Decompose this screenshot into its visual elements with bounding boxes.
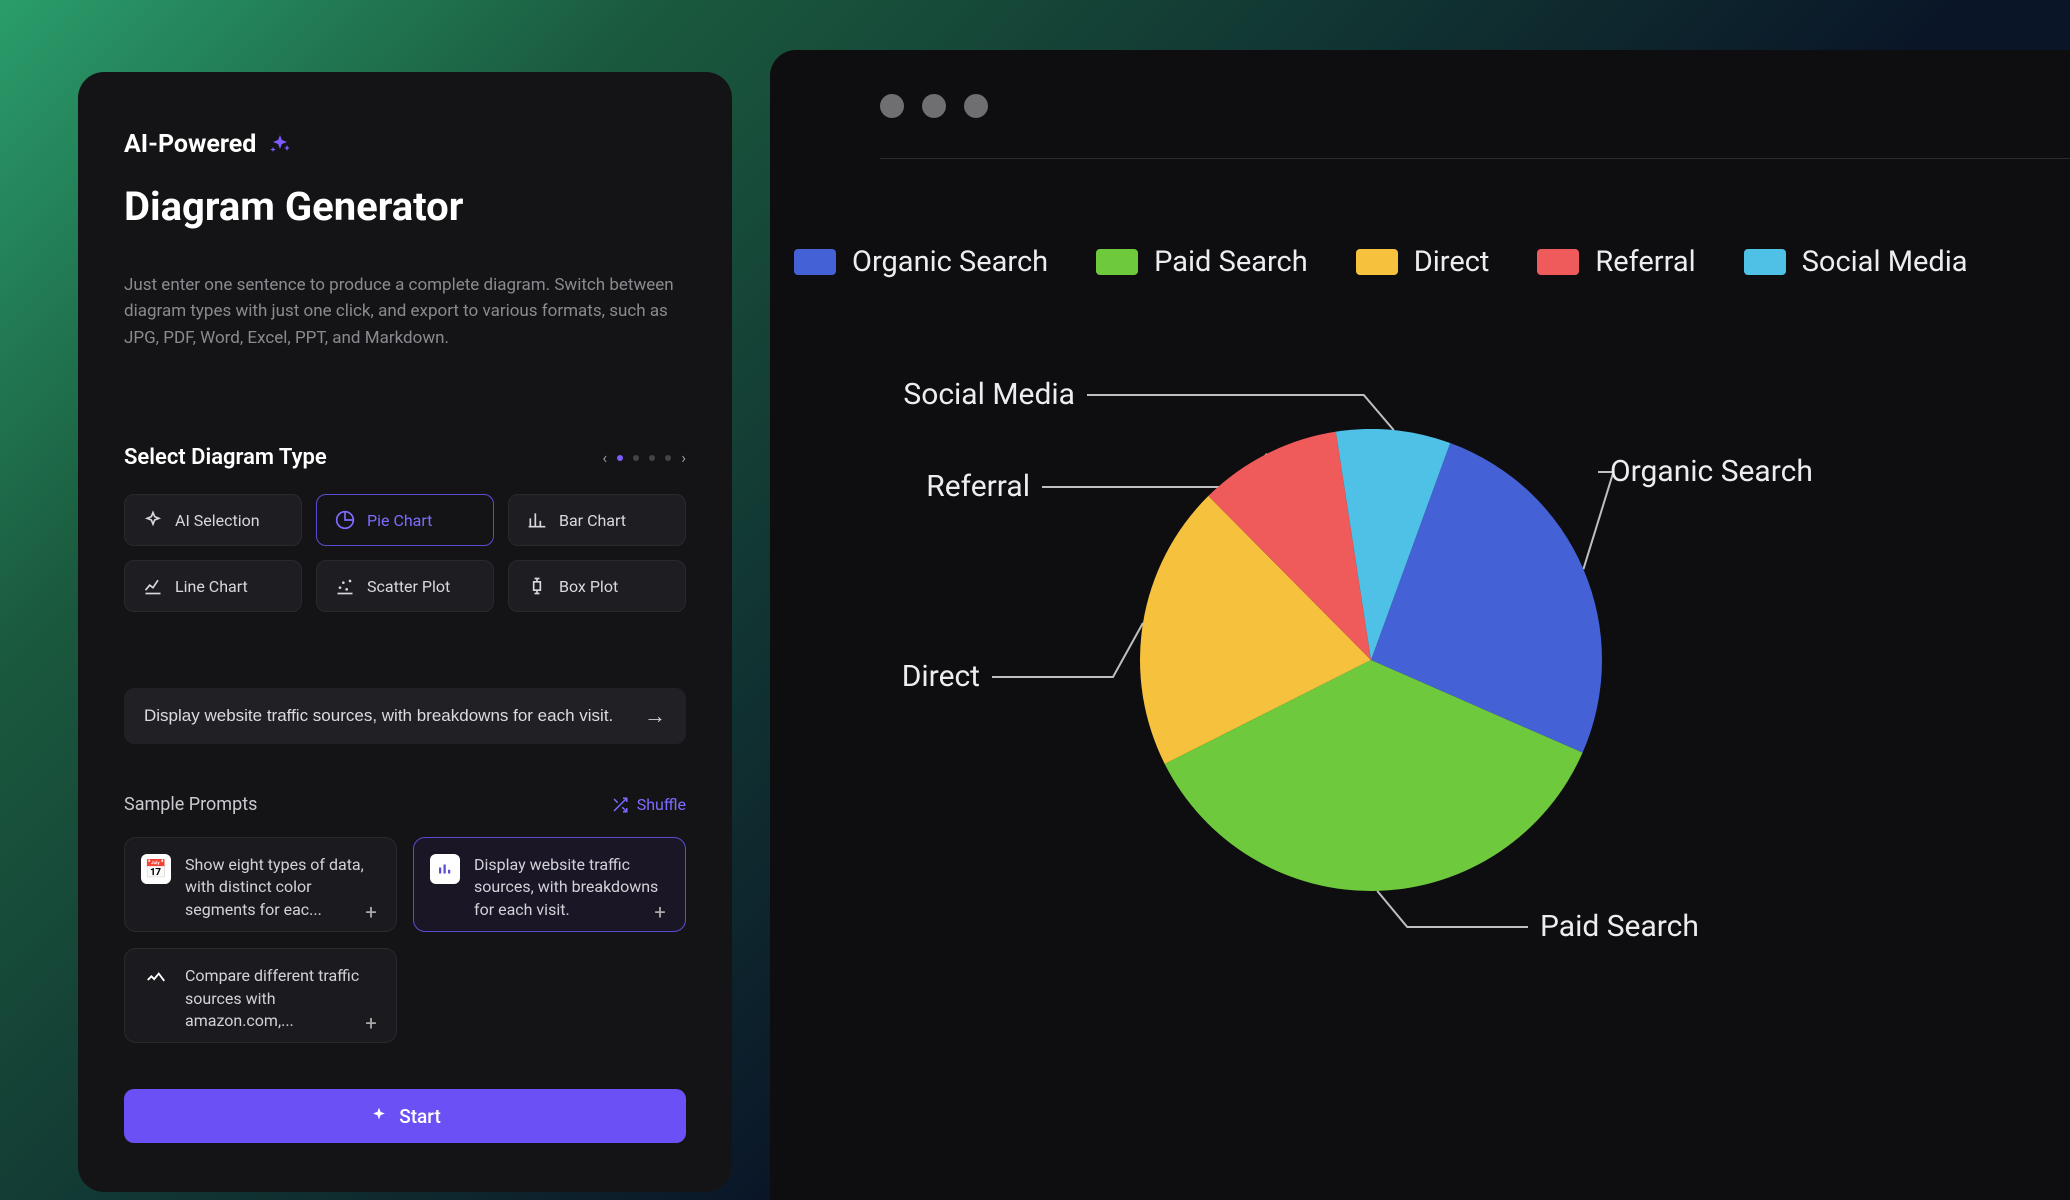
diagram-type-label: Box Plot bbox=[559, 577, 618, 596]
samples-header: Sample Prompts Shuffle bbox=[124, 794, 686, 815]
diagram-type-scatter-plot[interactable]: Scatter Plot bbox=[316, 560, 494, 612]
sample-icon bbox=[141, 965, 171, 995]
legend-label: Paid Search bbox=[1154, 245, 1308, 279]
diagram-type-label: Line Chart bbox=[175, 577, 248, 596]
chart-type-icon bbox=[335, 576, 355, 596]
window-traffic-lights bbox=[770, 50, 2070, 118]
pie-callout-label: Paid Search bbox=[1540, 909, 1699, 944]
diagram-type-box-plot[interactable]: Box Plot bbox=[508, 560, 686, 612]
pie-callout-label: Referral bbox=[926, 469, 1030, 504]
sample-prompt-card[interactable]: 📅 Show eight types of data, with distinct… bbox=[124, 837, 397, 932]
preview-panel: Organic Search Paid Search Direct Referral S… bbox=[770, 50, 2070, 1200]
pie-wrap bbox=[1140, 429, 1602, 891]
chart-type-icon bbox=[143, 576, 163, 596]
diagram-type-label: Pie Chart bbox=[367, 511, 432, 530]
window-dot bbox=[964, 94, 988, 118]
prompt-input-container: → bbox=[124, 688, 686, 744]
pager-dot[interactable] bbox=[633, 455, 639, 461]
sample-icon bbox=[430, 854, 460, 884]
add-sample-icon[interactable]: + bbox=[649, 901, 671, 923]
callout-lead bbox=[992, 623, 1143, 677]
page-subtitle: Just enter one sentence to produce a com… bbox=[124, 272, 684, 351]
pie-callout-label: Organic Search bbox=[1610, 454, 1813, 489]
pager-next-icon[interactable]: › bbox=[681, 448, 686, 467]
samples-label: Sample Prompts bbox=[124, 794, 257, 815]
pie-chart bbox=[1140, 429, 1602, 891]
diagram-type-ai-selection[interactable]: AI Selection bbox=[124, 494, 302, 546]
sparkle-icon bbox=[369, 1106, 389, 1126]
pager-prev-icon[interactable]: ‹ bbox=[602, 448, 607, 467]
start-button[interactable]: Start bbox=[124, 1089, 686, 1143]
start-label: Start bbox=[399, 1105, 441, 1128]
sample-text: Compare different traffic sources with a… bbox=[185, 965, 380, 1032]
add-sample-icon[interactable]: + bbox=[360, 1012, 382, 1034]
generator-panel: AI-Powered Diagram Generator Just enter … bbox=[78, 72, 732, 1192]
pie-callout-label: Direct bbox=[902, 659, 980, 694]
badge-label: AI-Powered bbox=[124, 130, 256, 159]
legend-item: Social Media bbox=[1744, 245, 1968, 279]
legend-label: Direct bbox=[1414, 245, 1490, 279]
diagram-type-line-chart[interactable]: Line Chart bbox=[124, 560, 302, 612]
pie-callout-label: Social Media bbox=[903, 377, 1075, 412]
type-pager: ‹ › bbox=[602, 448, 686, 467]
shuffle-label: Shuffle bbox=[637, 795, 686, 814]
diagram-type-label: AI Selection bbox=[175, 511, 260, 530]
pager-dot[interactable] bbox=[617, 455, 623, 461]
legend-label: Social Media bbox=[1802, 245, 1968, 279]
submit-arrow-icon[interactable]: → bbox=[644, 703, 666, 729]
type-section-header: Select Diagram Type ‹ › bbox=[124, 445, 686, 470]
legend-item: Referral bbox=[1537, 245, 1695, 279]
sample-icon: 📅 bbox=[141, 854, 171, 884]
diagram-type-label: Bar Chart bbox=[559, 511, 626, 530]
window-dot bbox=[922, 94, 946, 118]
legend-label: Organic Search bbox=[852, 245, 1048, 279]
divider bbox=[880, 158, 2070, 159]
chart-type-icon bbox=[335, 510, 355, 530]
sample-prompt-card[interactable]: Compare different traffic sources with a… bbox=[124, 948, 397, 1043]
legend-item: Direct bbox=[1356, 245, 1490, 279]
sparkle-icon bbox=[268, 133, 292, 157]
badge-row: AI-Powered bbox=[124, 130, 686, 159]
add-sample-icon[interactable]: + bbox=[360, 901, 382, 923]
sample-text: Show eight types of data, with distinct … bbox=[185, 854, 380, 921]
legend-item: Organic Search bbox=[794, 245, 1048, 279]
chart-legend: Organic Search Paid Search Direct Referral S… bbox=[794, 245, 2070, 279]
shuffle-icon bbox=[611, 796, 629, 814]
page-title: Diagram Generator bbox=[124, 183, 686, 230]
callout-lead bbox=[1377, 891, 1528, 927]
diagram-type-pie-chart[interactable]: Pie Chart bbox=[316, 494, 494, 546]
legend-label: Referral bbox=[1595, 245, 1695, 279]
select-type-label: Select Diagram Type bbox=[124, 445, 327, 470]
chart-type-icon bbox=[527, 576, 547, 596]
diagram-type-label: Scatter Plot bbox=[367, 577, 450, 596]
prompt-input[interactable] bbox=[144, 706, 630, 726]
legend-swatch bbox=[794, 249, 836, 275]
shuffle-button[interactable]: Shuffle bbox=[611, 795, 686, 814]
chart-area: Organic Search Paid Search Direct Referral S… bbox=[770, 349, 2070, 989]
chart-type-icon bbox=[143, 510, 163, 530]
chart-type-icon bbox=[527, 510, 547, 530]
sample-prompt-card[interactable]: Display website traffic sources, with br… bbox=[413, 837, 686, 932]
diagram-type-bar-chart[interactable]: Bar Chart bbox=[508, 494, 686, 546]
sample-prompts-grid: 📅 Show eight types of data, with distinct… bbox=[124, 837, 686, 1043]
pager-dot[interactable] bbox=[665, 455, 671, 461]
legend-swatch bbox=[1096, 249, 1138, 275]
diagram-type-grid: AI Selection Pie Chart Bar Chart Line Chart… bbox=[124, 494, 686, 612]
sample-text: Display website traffic sources, with br… bbox=[474, 854, 669, 921]
legend-swatch bbox=[1537, 249, 1579, 275]
legend-item: Paid Search bbox=[1096, 245, 1308, 279]
window-dot bbox=[880, 94, 904, 118]
legend-swatch bbox=[1744, 249, 1786, 275]
pager-dot[interactable] bbox=[649, 455, 655, 461]
legend-swatch bbox=[1356, 249, 1398, 275]
callout-lead bbox=[1087, 395, 1394, 430]
